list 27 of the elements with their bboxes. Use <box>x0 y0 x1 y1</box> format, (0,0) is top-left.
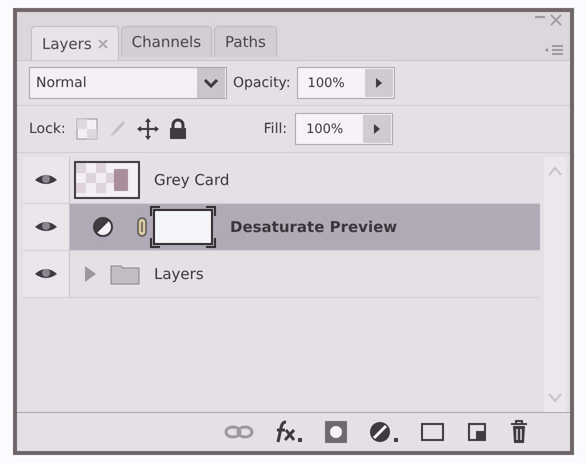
fx-icon[interactable] <box>274 419 304 445</box>
mask-thumbnail <box>150 206 216 248</box>
layer-name: Layers <box>154 265 204 283</box>
layer-row[interactable]: Desaturate Preview <box>23 204 540 251</box>
layer-row[interactable]: Grey Card <box>23 157 540 204</box>
fill-label: Fill: <box>264 121 288 137</box>
opacity-field[interactable]: 100% <box>296 67 395 99</box>
adjustment-icon <box>92 216 114 238</box>
adjustment-icon[interactable] <box>368 420 400 444</box>
layer-name: Grey Card <box>154 171 230 189</box>
panel-tab[interactable]: Channels <box>120 26 212 57</box>
panel-tab[interactable]: Paths <box>214 26 277 57</box>
layer-row[interactable]: Layers <box>23 251 540 298</box>
layer-name: Desaturate Preview <box>230 218 398 236</box>
opacity-label: Opacity: <box>233 75 291 91</box>
layer-thumbnail <box>74 161 140 199</box>
lock-label: Lock: <box>29 121 66 137</box>
blend-mode-dropdown[interactable]: Normal <box>29 67 227 99</box>
new-layer-icon[interactable] <box>466 421 488 443</box>
move-icon[interactable] <box>136 117 160 141</box>
trash-icon[interactable] <box>508 419 530 445</box>
panel-tab[interactable]: Layers <box>31 26 119 60</box>
dropdown-caret-icon[interactable] <box>197 68 225 98</box>
chain-icon[interactable] <box>136 216 148 238</box>
lock-icon[interactable] <box>168 118 188 140</box>
mask-icon[interactable] <box>324 420 348 444</box>
fill-field[interactable]: 100% <box>295 113 394 145</box>
